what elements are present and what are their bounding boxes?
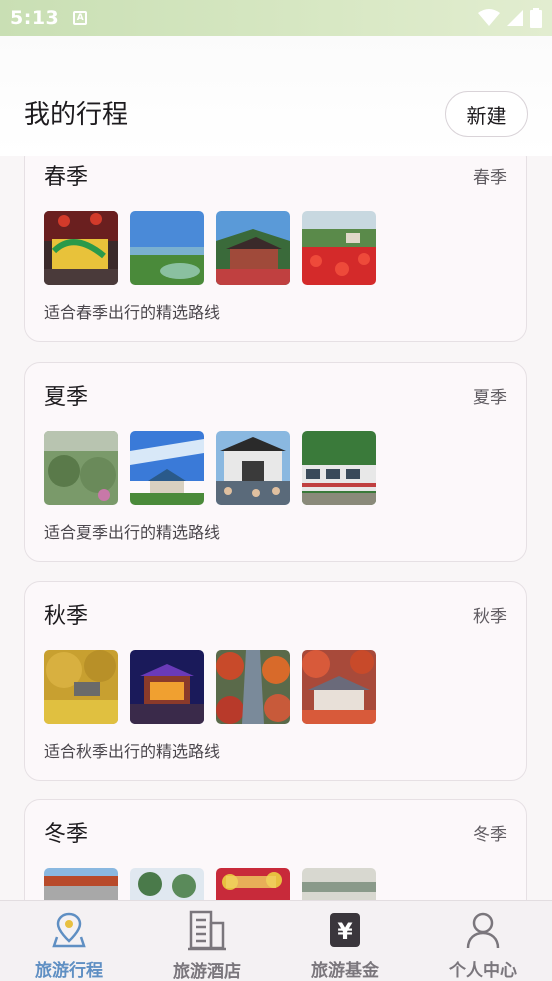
season-tag: 冬季 — [473, 825, 507, 845]
season-name: 冬季 — [44, 822, 89, 847]
nav-label: 旅游酒店 — [173, 962, 241, 981]
status-icons — [478, 8, 542, 28]
season-name: 春季 — [44, 165, 89, 190]
season-card-autumn[interactable]: 秋季 秋季 适合秋季出行的精选路线 — [24, 581, 527, 781]
nav-label: 旅游行程 — [35, 961, 103, 981]
wifi-icon — [478, 9, 500, 26]
autumn-photo-1[interactable] — [44, 650, 118, 724]
summer-photo-4[interactable] — [302, 431, 376, 505]
yen-wallet-icon: ¥ — [325, 909, 365, 950]
winter-photo-3[interactable] — [216, 868, 290, 900]
notification-a-icon: A — [73, 11, 88, 25]
season-tag: 夏季 — [473, 388, 507, 408]
season-description: 适合春季出行的精选路线 — [44, 303, 221, 322]
winter-photo-1[interactable] — [44, 868, 118, 900]
season-tag: 秋季 — [473, 607, 507, 627]
signal-icon — [507, 10, 523, 26]
nav-profile[interactable]: 个人中心 — [414, 901, 552, 981]
spring-photo-3[interactable] — [216, 211, 290, 285]
nav-hotel[interactable]: 旅游酒店 — [138, 901, 276, 981]
nav-itinerary[interactable]: 旅游行程 — [0, 901, 138, 981]
winter-photo-2[interactable] — [130, 868, 204, 900]
summer-photo-1[interactable] — [44, 431, 118, 505]
svg-text:¥: ¥ — [337, 920, 353, 945]
season-list[interactable]: 春季 春季 适合春季出行的精选路线 夏季 夏季 适合夏季出行的精选路线 秋季 秋… — [0, 156, 552, 900]
nav-fund[interactable]: ¥ 旅游基金 — [276, 901, 414, 981]
season-name: 夏季 — [44, 385, 89, 410]
season-card-winter[interactable]: 冬季 冬季 — [24, 799, 527, 900]
page-title: 我的行程 — [24, 100, 129, 130]
spring-photo-2[interactable] — [130, 211, 204, 285]
season-description: 适合秋季出行的精选路线 — [44, 742, 221, 761]
spring-photo-4[interactable] — [302, 211, 376, 285]
spring-photo-1[interactable] — [44, 211, 118, 285]
winter-photo-4[interactable] — [302, 868, 376, 900]
autumn-photo-4[interactable] — [302, 650, 376, 724]
season-card-spring[interactable]: 春季 春季 适合春季出行的精选路线 — [24, 156, 527, 342]
nav-label: 个人中心 — [449, 961, 517, 981]
battery-icon — [530, 8, 542, 28]
autumn-photo-3[interactable] — [216, 650, 290, 724]
building-icon — [187, 909, 227, 951]
season-card-summer[interactable]: 夏季 夏季 适合夏季出行的精选路线 — [24, 362, 527, 562]
thumbnail-row — [44, 650, 376, 724]
status-time: 5:13 — [10, 7, 60, 29]
person-icon — [463, 909, 503, 950]
summer-photo-2[interactable] — [130, 431, 204, 505]
nav-label: 旅游基金 — [311, 961, 379, 981]
autumn-photo-2[interactable] — [130, 650, 204, 724]
status-bar: 5:13 A — [0, 0, 552, 36]
new-itinerary-button[interactable]: 新建 — [445, 91, 528, 137]
thumbnail-row — [44, 431, 376, 505]
season-name: 秋季 — [44, 604, 89, 629]
map-pin-icon — [49, 909, 89, 950]
season-tag: 春季 — [473, 168, 507, 188]
bottom-navigation: 旅游行程 旅游酒店 ¥ 旅游基金 个人中心 — [0, 900, 552, 981]
thumbnail-row — [44, 211, 376, 285]
summer-photo-3[interactable] — [216, 431, 290, 505]
thumbnail-row — [44, 868, 376, 900]
season-description: 适合夏季出行的精选路线 — [44, 523, 221, 542]
app-header: 我的行程 新建 — [0, 36, 552, 156]
